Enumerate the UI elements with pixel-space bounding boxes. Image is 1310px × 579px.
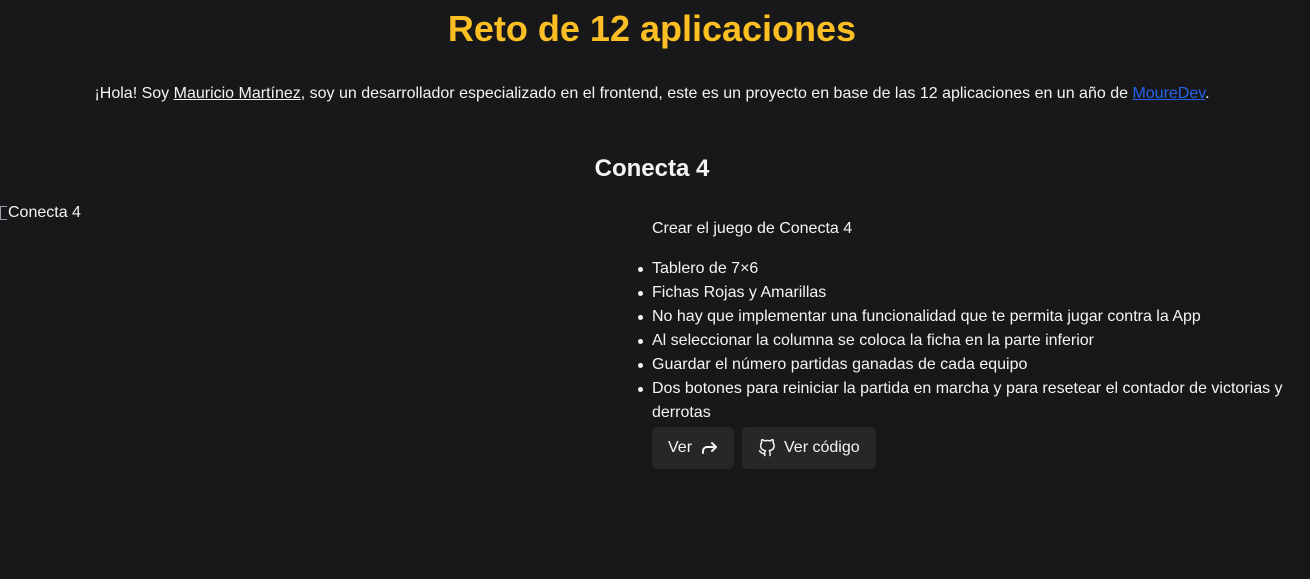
share-arrow-icon (700, 440, 718, 456)
intro-prefix: ¡Hola! Soy (94, 85, 174, 102)
view-button-label: Ver (668, 439, 693, 456)
page-title: Reto de 12 aplicaciones (447, 8, 857, 49)
list-item: Fichas Rojas y Amarillas (638, 281, 1310, 305)
list-item: Tablero de 7×6 (638, 257, 1310, 281)
app-description: Crear el juego de Conecta 4 (652, 220, 853, 237)
intro-text: ¡Hola! Soy Mauricio Martínez, soy un des… (0, 83, 1304, 105)
app-details: Crear el juego de Conecta 4 Tablero de 7… (638, 219, 1310, 469)
view-code-button-label: Ver código (784, 439, 860, 456)
mouredev-link[interactable]: MoureDev (1132, 85, 1205, 102)
github-icon (758, 439, 776, 457)
intro-suffix: . (1205, 85, 1210, 102)
list-item: Guardar el número partidas ganadas de ca… (638, 353, 1310, 377)
view-code-button[interactable]: Ver código (742, 427, 876, 469)
intro-middle: , soy un desarrollador especializado en … (300, 85, 1133, 102)
view-button[interactable]: Ver (652, 427, 735, 469)
app-image: Conecta 4 (0, 203, 81, 223)
page: Reto de 12 aplicaciones ¡Hola! Soy Mauri… (0, 0, 1310, 579)
author-link[interactable]: Mauricio Martínez (174, 85, 301, 102)
list-item: Dos botones para reiniciar la partida en… (638, 377, 1310, 425)
action-buttons: Ver Ver código (652, 427, 1310, 469)
broken-image-icon (0, 206, 7, 220)
requirements-list: Tablero de 7×6 Fichas Rojas y Amarillas … (638, 257, 1310, 425)
app-image-alt: Conecta 4 (8, 204, 81, 221)
list-item: Al seleccionar la columna se coloca la f… (638, 329, 1310, 353)
list-item: No hay que implementar una funcionalidad… (638, 305, 1310, 329)
app-title: Conecta 4 (594, 155, 710, 182)
